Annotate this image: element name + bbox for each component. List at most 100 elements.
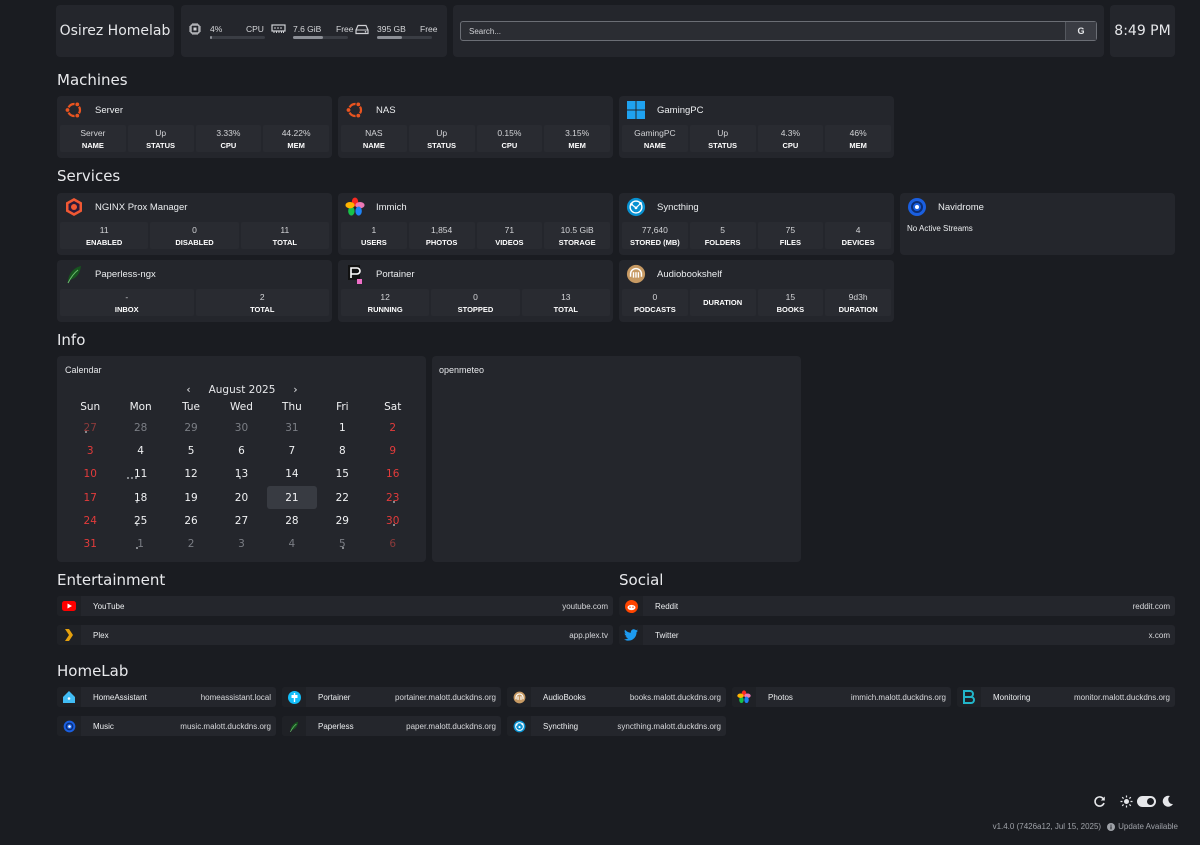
theme-toggle-switch[interactable]: [1137, 796, 1156, 807]
stat-label: FILES: [779, 237, 801, 247]
calendar-day[interactable]: 28: [267, 509, 317, 532]
calendar-day[interactable]: 9: [368, 439, 418, 462]
search-provider-button[interactable]: G: [1065, 22, 1096, 40]
calendar-day[interactable]: 27: [65, 416, 115, 439]
calendar-day[interactable]: 2: [166, 532, 216, 555]
calendar-day[interactable]: 8: [317, 439, 367, 462]
bookmark-music[interactable]: Music music.malott.duckdns.org: [57, 716, 276, 736]
calendar-day[interactable]: 27: [216, 509, 266, 532]
calendar-day[interactable]: 14: [267, 463, 317, 486]
bookmark-audiobooks[interactable]: AudioBooks books.malott.duckdns.org: [507, 687, 726, 707]
calendar-day[interactable]: 1: [115, 532, 165, 555]
event-dot: [85, 431, 87, 560]
calendar-widget: Calendar ‹ August 2025 › Sun Mon Tue Wed…: [57, 356, 426, 562]
service-card-syncthing[interactable]: Syncthing 77,640 STORED (MB) 5 FOLDERS 75 F…: [619, 193, 894, 255]
calendar-day[interactable]: 22: [317, 486, 367, 509]
calendar-day[interactable]: 3: [216, 532, 266, 555]
bookmark-twitter[interactable]: Twitter x.com: [619, 625, 1175, 645]
bookmark-name: Reddit: [655, 601, 679, 611]
calendar-day[interactable]: 30: [216, 416, 266, 439]
calendar-day[interactable]: 20: [216, 486, 266, 509]
calendar-day[interactable]: 17: [65, 486, 115, 509]
calendar-day[interactable]: 29: [317, 509, 367, 532]
calendar-day[interactable]: 15: [317, 463, 367, 486]
service-card-nginx-proxy-manager[interactable]: NGINX Prox Manager 11 ENABLED 0 DISABLED 1…: [57, 193, 332, 255]
search-input[interactable]: [461, 22, 1065, 40]
ubuntu-icon: [345, 100, 365, 120]
weekday-label: Wed: [230, 401, 253, 413]
bookmark-syncthing[interactable]: Syncthing syncthing.malott.duckdns.org: [507, 716, 726, 736]
stat-value: 4.3%: [780, 127, 801, 138]
calendar-day[interactable]: 4: [115, 439, 165, 462]
calendar-day[interactable]: 11: [115, 463, 165, 486]
calendar-day[interactable]: 18: [115, 486, 165, 509]
bookmark-name: Portainer: [318, 692, 351, 702]
service-card-audiobookshelf[interactable]: Audiobookshelf 0 PODCASTS DURATION 15 BOOK…: [619, 260, 894, 322]
calendar-day[interactable]: 19: [166, 486, 216, 509]
machine-name: GamingPC: [657, 104, 704, 116]
calendar-day[interactable]: 7: [267, 439, 317, 462]
bookmark-plex[interactable]: Plex app.plex.tv: [57, 625, 613, 645]
calendar-day[interactable]: 26: [166, 509, 216, 532]
bookmark-url: music.malott.duckdns.org: [180, 721, 271, 731]
memory-label: Free: [336, 24, 354, 34]
calendar-day[interactable]: 5: [166, 439, 216, 462]
calendar-day[interactable]: 12: [166, 463, 216, 486]
stat-value: 0: [652, 291, 658, 302]
update-available-link[interactable]: Update Available: [1118, 822, 1178, 831]
bookmark-reddit[interactable]: Reddit reddit.com: [619, 596, 1175, 616]
bookmark-paperless[interactable]: Paperless paper.malott.duckdns.org: [282, 716, 501, 736]
moon-icon[interactable]: [1162, 795, 1174, 807]
weather-widget: openmeteo: [432, 356, 801, 562]
service-card-immich[interactable]: Immich 1 USERS 1,854 PHOTOS 71 VIDEOS 10.5 …: [338, 193, 613, 255]
audiobookshelf-icon: [626, 264, 646, 284]
calendar-day[interactable]: 4: [267, 532, 317, 555]
stat-label: VIDEOS: [495, 237, 524, 247]
calendar-day[interactable]: 6: [216, 439, 266, 462]
calendar-day[interactable]: 2: [368, 416, 418, 439]
disk-bar: [377, 36, 432, 39]
stat-value: 5: [720, 224, 725, 235]
event-dot: [239, 477, 241, 560]
service-card-navidrome[interactable]: Navidrome No Active Streams: [900, 193, 1175, 255]
weather-title: openmeteo: [439, 365, 485, 375]
calendar-day[interactable]: 29: [166, 416, 216, 439]
calendar-prev-button[interactable]: ‹: [186, 384, 190, 396]
calendar-day-today[interactable]: 21: [266, 485, 318, 510]
service-card-paperless[interactable]: Paperless-ngx - INBOX 2 TOTAL: [57, 260, 332, 322]
bookmark-url: monitor.malott.duckdns.org: [1073, 692, 1170, 702]
calendar-day[interactable]: 31: [65, 532, 115, 555]
bookmark-youtube[interactable]: YouTube youtube.com: [57, 596, 613, 616]
calendar-day[interactable]: 31: [267, 416, 317, 439]
calendar-day[interactable]: 28: [115, 416, 165, 439]
refresh-icon[interactable]: [1093, 795, 1106, 808]
machine-card-nas[interactable]: NAS NAS NAME Up STATUS 0.15% CPU 3.15% MEM: [338, 96, 613, 158]
machine-card-gamingpc[interactable]: GamingPC GamingPC NAME Up STATUS 4.3% CPU 4…: [619, 96, 894, 158]
calendar-day[interactable]: 3: [65, 439, 115, 462]
calendar-day[interactable]: 25: [115, 509, 165, 532]
bookmark-monitoring[interactable]: Monitoring monitor.malott.duckdns.org: [957, 687, 1175, 707]
bookmark-name: HomeAssistant: [93, 692, 147, 702]
stat-videos: 71 VIDEOS: [476, 222, 543, 249]
stat-label: CPU: [220, 140, 237, 150]
calendar-day[interactable]: 1: [317, 416, 367, 439]
sun-icon[interactable]: [1120, 795, 1133, 808]
syncthing-icon: [626, 197, 646, 217]
clock-time: 8:49 PM: [1114, 23, 1171, 39]
calendar-next-button[interactable]: ›: [293, 384, 297, 396]
machine-card-server[interactable]: Server Server NAME Up STATUS 3.33% CPU 44.2…: [57, 96, 332, 158]
calendar-day[interactable]: 10: [65, 463, 115, 486]
bookmark-photos[interactable]: Photos immich.malott.duckdns.org: [732, 687, 951, 707]
bookmark-homeassistant[interactable]: HomeAssistant homeassistant.local: [57, 687, 276, 707]
calendar-week: 17 18 19 20 21 22 23: [65, 485, 418, 510]
calendar-day[interactable]: 16: [368, 463, 418, 486]
event-dot: [342, 547, 344, 560]
bookmark-name: Monitoring: [993, 692, 1031, 702]
stat-value: Up: [717, 127, 729, 138]
calendar-day[interactable]: 24: [65, 509, 115, 532]
bookmark-url: youtube.com: [562, 601, 608, 611]
stat-label: STATUS: [708, 140, 738, 150]
calendar-day[interactable]: 13: [216, 463, 266, 486]
service-card-portainer[interactable]: Portainer 12 RUNNING 0 STOPPED 13 TOTAL: [338, 260, 613, 322]
bookmark-portainer[interactable]: Portainer portainer.malott.duckdns.org: [282, 687, 501, 707]
